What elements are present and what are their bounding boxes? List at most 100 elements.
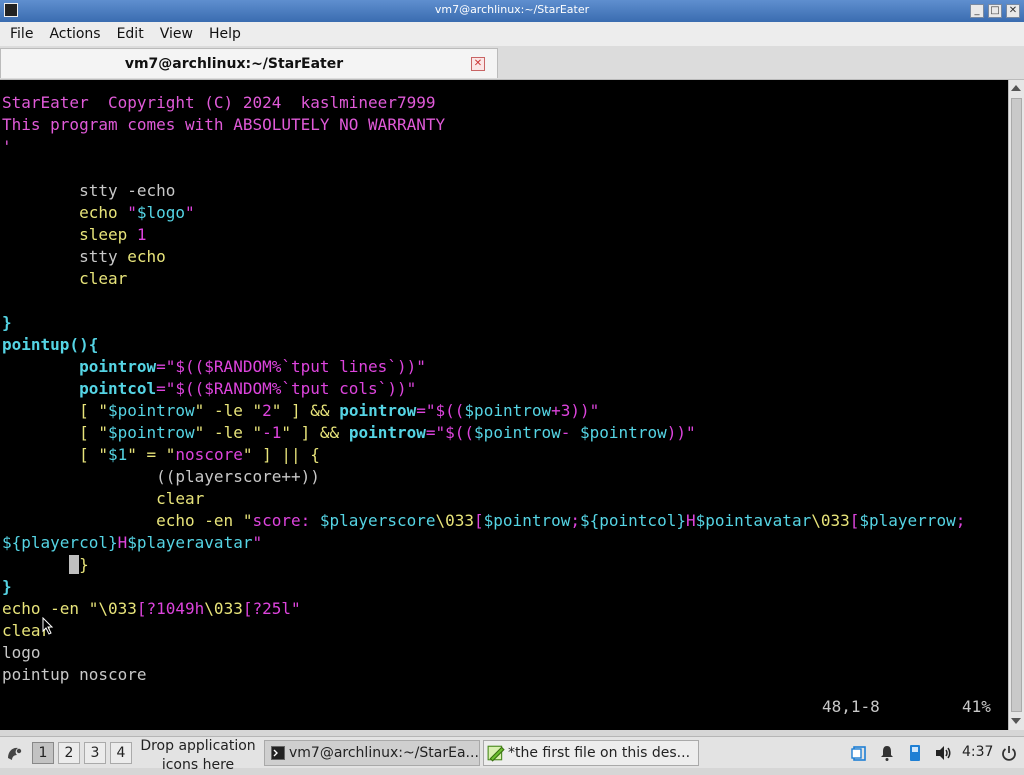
terminal-text: " [291, 599, 301, 618]
terminal-text: H [117, 533, 128, 552]
terminal-text: " ] && [281, 423, 349, 442]
terminal-text: $playerrow [859, 511, 956, 530]
taskbar-clock[interactable]: 4:37 [962, 744, 993, 760]
terminal-text: stty -echo [2, 181, 176, 200]
terminal-line: [ "$pointrow" -le "2" ] && pointrow="$((… [2, 400, 599, 422]
menu-bar: File Actions Edit View Help [0, 22, 1024, 46]
terminal-text: [?25l [242, 599, 291, 618]
menu-view[interactable]: View [152, 22, 201, 46]
terminal-line: clear [2, 488, 204, 510]
window-title: vm7@archlinux:~/StarEater [434, 3, 590, 16]
terminal-text: - [560, 423, 581, 442]
clipboard-icon[interactable] [850, 744, 868, 762]
terminal-text: [ " [2, 423, 108, 442]
terminal-text: pointup(){ [2, 335, 99, 354]
maximize-button[interactable]: □ [988, 4, 1002, 18]
terminal-text: ="$(($RANDOM%`tput lines`))" [156, 357, 426, 376]
terminal-text: } [79, 555, 89, 574]
workspace-3[interactable]: 3 [84, 742, 106, 764]
terminal-text: [?1049h [136, 599, 205, 618]
terminal-text: $playeravatar [127, 533, 253, 552]
menu-file[interactable]: File [0, 22, 41, 46]
menu-help[interactable]: Help [201, 22, 249, 46]
terminal-text: clear [2, 269, 128, 288]
terminal-text: " [252, 533, 263, 552]
terminal-text: $pointrow [474, 423, 561, 442]
text-cursor [69, 555, 80, 574]
terminal-text: pointrow [348, 423, 426, 442]
terminal-text: \033 [204, 599, 243, 618]
terminal-tab[interactable]: vm7@archlinux:~/StarEater ✕ [0, 48, 498, 78]
menu-edit[interactable]: Edit [109, 22, 152, 46]
application-menu-icon[interactable] [4, 742, 26, 764]
workspace-4[interactable]: 4 [110, 742, 132, 764]
terminal-text: " -le " [194, 401, 263, 420]
terminal-text: ${pointcol} [580, 511, 686, 530]
volume-icon[interactable] [934, 744, 952, 762]
text-editor-icon [487, 745, 505, 762]
terminal-text: ="$(($RANDOM%`tput cols`))" [156, 379, 417, 398]
terminal-text: [ " [2, 401, 108, 420]
terminal-line: [ "$pointrow" -le "-1" ] && pointrow="$(… [2, 422, 696, 444]
terminal-text: -1 [262, 423, 282, 442]
terminal-text: 1 [136, 225, 147, 244]
terminal-line: pointrow="$(($RANDOM%`tput lines`))" [2, 356, 426, 378]
terminal-text: [ " [2, 445, 108, 464]
terminal-text: $playerscore [319, 511, 436, 530]
minimize-button[interactable]: _ [970, 4, 984, 18]
terminal-text: pointrow [79, 357, 157, 376]
window-titlebar[interactable]: vm7@archlinux:~/StarEater _ □ ✕ [0, 0, 1024, 22]
tab-title: vm7@archlinux:~/StarEater [124, 56, 344, 72]
terminal-text: $pointrow [464, 401, 552, 420]
task-text-editor[interactable]: *the first file on this des... [483, 740, 699, 766]
terminal-text: ; [955, 511, 966, 530]
terminal-line: stty echo [2, 246, 166, 268]
tab-bar: vm7@archlinux:~/StarEater ✕ [0, 46, 1024, 80]
close-window-button[interactable]: ✕ [1006, 4, 1020, 18]
taskbar: 1 2 3 4 Drop application icons here vm7@… [0, 736, 1024, 773]
terminal-text: $pointrow [580, 423, 667, 442]
terminal-line: ' [2, 136, 12, 158]
terminal-text: \033 [98, 599, 137, 618]
terminal-text: ="$(( [416, 401, 465, 420]
terminal-view[interactable]: StarEater Copyright (C) 2024 kaslmineer7… [0, 80, 1008, 730]
terminal-scrollbar[interactable] [1008, 80, 1024, 730]
task-terminal[interactable]: vm7@archlinux:~/StarEa... [264, 740, 480, 766]
terminal-line: [ "$1" = "noscore" ] || { [2, 444, 320, 466]
terminal-text: " ] && [271, 401, 340, 420]
notification-bell-icon[interactable] [878, 744, 896, 762]
terminal-text: +3))" [551, 401, 600, 420]
terminal-line: ${playercol}H$playeravatar" [2, 532, 262, 554]
tab-close-icon[interactable]: ✕ [471, 57, 485, 71]
terminal-text: [ [849, 511, 860, 530]
workspace-1[interactable]: 1 [32, 742, 54, 764]
terminal-line: } [2, 312, 12, 334]
terminal-text: \033 [435, 511, 475, 530]
terminal-text: echo [127, 247, 166, 266]
terminal-text: ((playerscore++)) [2, 467, 320, 486]
removable-drive-icon[interactable] [906, 744, 924, 762]
scroll-down-icon[interactable] [1011, 718, 1021, 724]
scroll-up-icon[interactable] [1011, 85, 1021, 91]
terminal-text: logo [2, 643, 41, 662]
terminal-text: clear [2, 489, 205, 508]
terminal-text: noscore [175, 445, 243, 464]
terminal-text: pointcol [79, 379, 157, 398]
workspace-2[interactable]: 2 [58, 742, 80, 764]
terminal-text: 2 [262, 401, 272, 420]
terminal-text: $1 [107, 445, 128, 464]
terminal-text: stty [2, 247, 128, 266]
quicklaunch-drop-zone[interactable]: Drop application icons here [136, 737, 260, 775]
terminal-line: echo -en "score: $playerscore\033[$point… [2, 510, 965, 532]
mouse-pointer-icon [42, 617, 54, 635]
scrollbar-thumb[interactable] [1011, 98, 1022, 712]
terminal-line: pointup noscore [2, 664, 147, 686]
terminal-icon [271, 746, 285, 760]
scroll-percent-status: 41% [962, 697, 991, 716]
power-icon[interactable] [1000, 744, 1018, 762]
menu-actions[interactable]: Actions [41, 22, 108, 46]
terminal-line: stty -echo [2, 180, 175, 202]
terminal-text: \033 [811, 511, 850, 530]
